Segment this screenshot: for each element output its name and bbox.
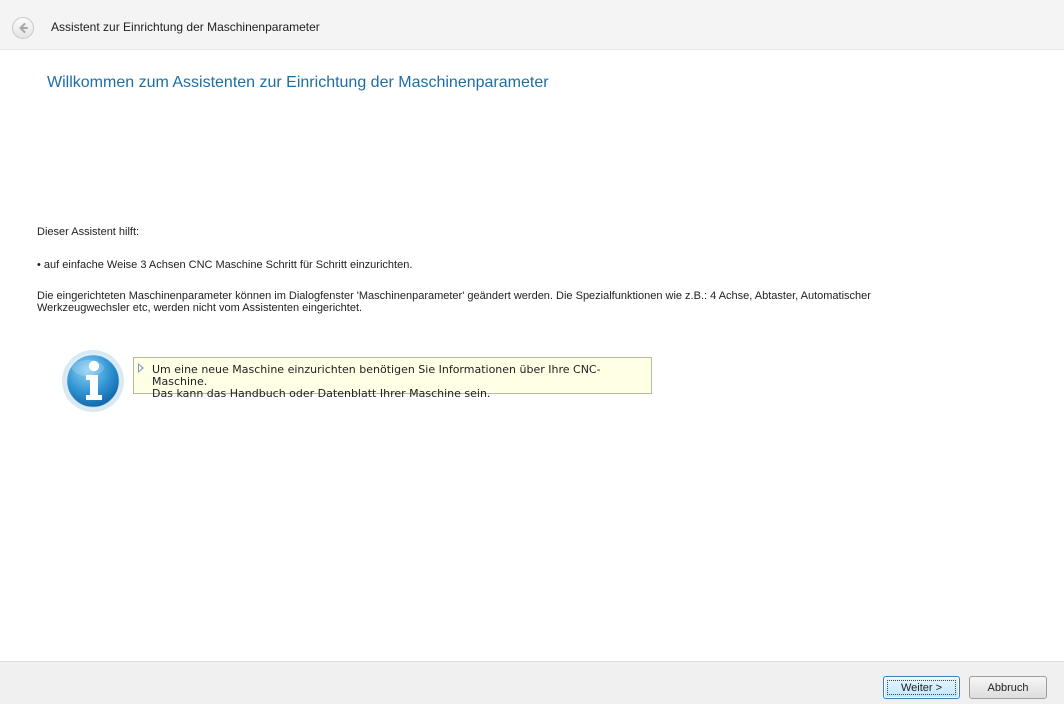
next-button-label: Weiter > <box>900 681 943 694</box>
title-bar: Assistent zur Einrichtung der Maschinenp… <box>0 0 1064 50</box>
tip-arrow-icon <box>138 363 144 373</box>
info-tip-text: Um eine neue Maschine einzurichten benöt… <box>152 363 601 400</box>
info-icon <box>62 350 124 412</box>
back-button[interactable] <box>12 17 34 39</box>
window-title: Assistent zur Einrichtung der Maschinenp… <box>51 20 320 34</box>
back-arrow-icon <box>19 23 28 33</box>
cancel-button-label: Abbruch <box>987 681 1029 694</box>
next-button[interactable]: Weiter > <box>883 676 960 699</box>
page-heading: Willkommen zum Assistenten zur Einrichtu… <box>47 74 549 91</box>
info-tip-box: Um eine neue Maschine einzurichten benöt… <box>133 357 652 400</box>
description-paragraph: Die eingerichteten Maschinenparameter kö… <box>37 290 871 314</box>
footer-bar: Weiter > Abbruch <box>0 661 1064 704</box>
bullet-item: • auf einfache Weise 3 Achsen CNC Maschi… <box>37 259 413 271</box>
intro-text: Dieser Assistent hilft: <box>37 226 140 238</box>
cancel-button[interactable]: Abbruch <box>969 676 1047 699</box>
